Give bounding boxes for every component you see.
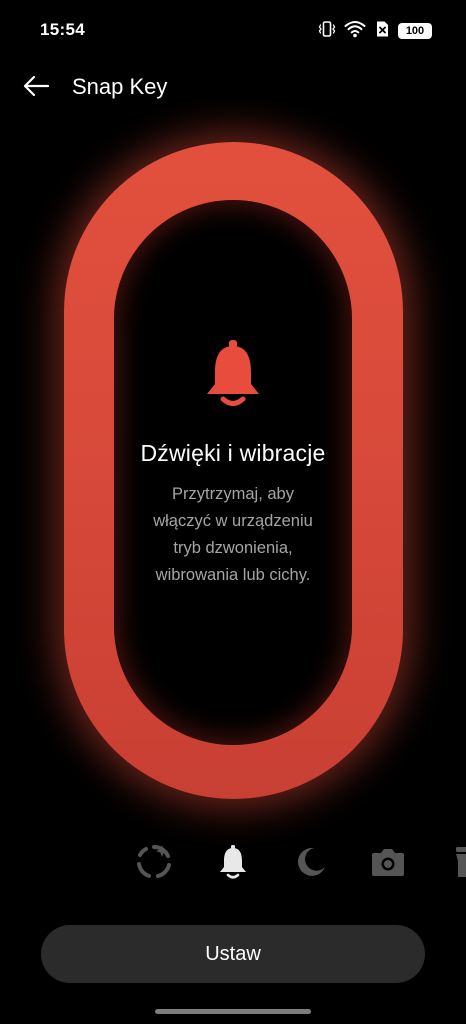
mode-description-line: wibrowania lub cichy. bbox=[155, 566, 311, 584]
custom-action-icon bbox=[135, 843, 173, 886]
no-sim-icon bbox=[374, 20, 390, 43]
mode-description: Przytrzymaj, aby włączyć w urządzeniu tr… bbox=[94, 481, 372, 589]
mode-title: Dźwięki i wibracje bbox=[140, 440, 326, 466]
bell-icon bbox=[216, 844, 250, 885]
mode-option-camera[interactable] bbox=[368, 844, 408, 884]
mode-option-sounds[interactable] bbox=[213, 844, 253, 884]
status-bar: 15:54 100 bbox=[0, 0, 466, 60]
mode-description-line: tryb dzwonienia, bbox=[173, 539, 293, 557]
mode-preview-content: Dźwięki i wibracje Przytrzymaj, aby włąc… bbox=[114, 200, 352, 745]
mode-option-do-not-disturb[interactable] bbox=[291, 844, 331, 884]
home-indicator[interactable] bbox=[155, 1009, 311, 1014]
moon-icon bbox=[294, 845, 328, 884]
camera-icon bbox=[370, 846, 406, 883]
flashlight-icon bbox=[446, 844, 466, 884]
mode-selector bbox=[0, 842, 466, 886]
mode-option-custom[interactable] bbox=[134, 844, 174, 884]
back-button[interactable] bbox=[18, 70, 54, 106]
arrow-left-icon bbox=[22, 74, 50, 103]
set-button[interactable]: Ustaw bbox=[41, 925, 425, 983]
status-time: 15:54 bbox=[40, 20, 85, 39]
mode-description-line: włączyć w urządzeniu bbox=[153, 512, 313, 530]
vibrate-icon bbox=[318, 20, 336, 43]
mode-option-flashlight[interactable] bbox=[446, 844, 466, 884]
battery-icon: 100 bbox=[398, 23, 432, 39]
wifi-icon bbox=[344, 20, 366, 43]
app-header: Snap Key bbox=[0, 66, 466, 110]
page-title: Snap Key bbox=[72, 74, 168, 99]
status-icons: 100 bbox=[318, 20, 432, 42]
bell-icon bbox=[200, 338, 266, 410]
mode-description-line: Przytrzymaj, aby bbox=[172, 485, 294, 503]
